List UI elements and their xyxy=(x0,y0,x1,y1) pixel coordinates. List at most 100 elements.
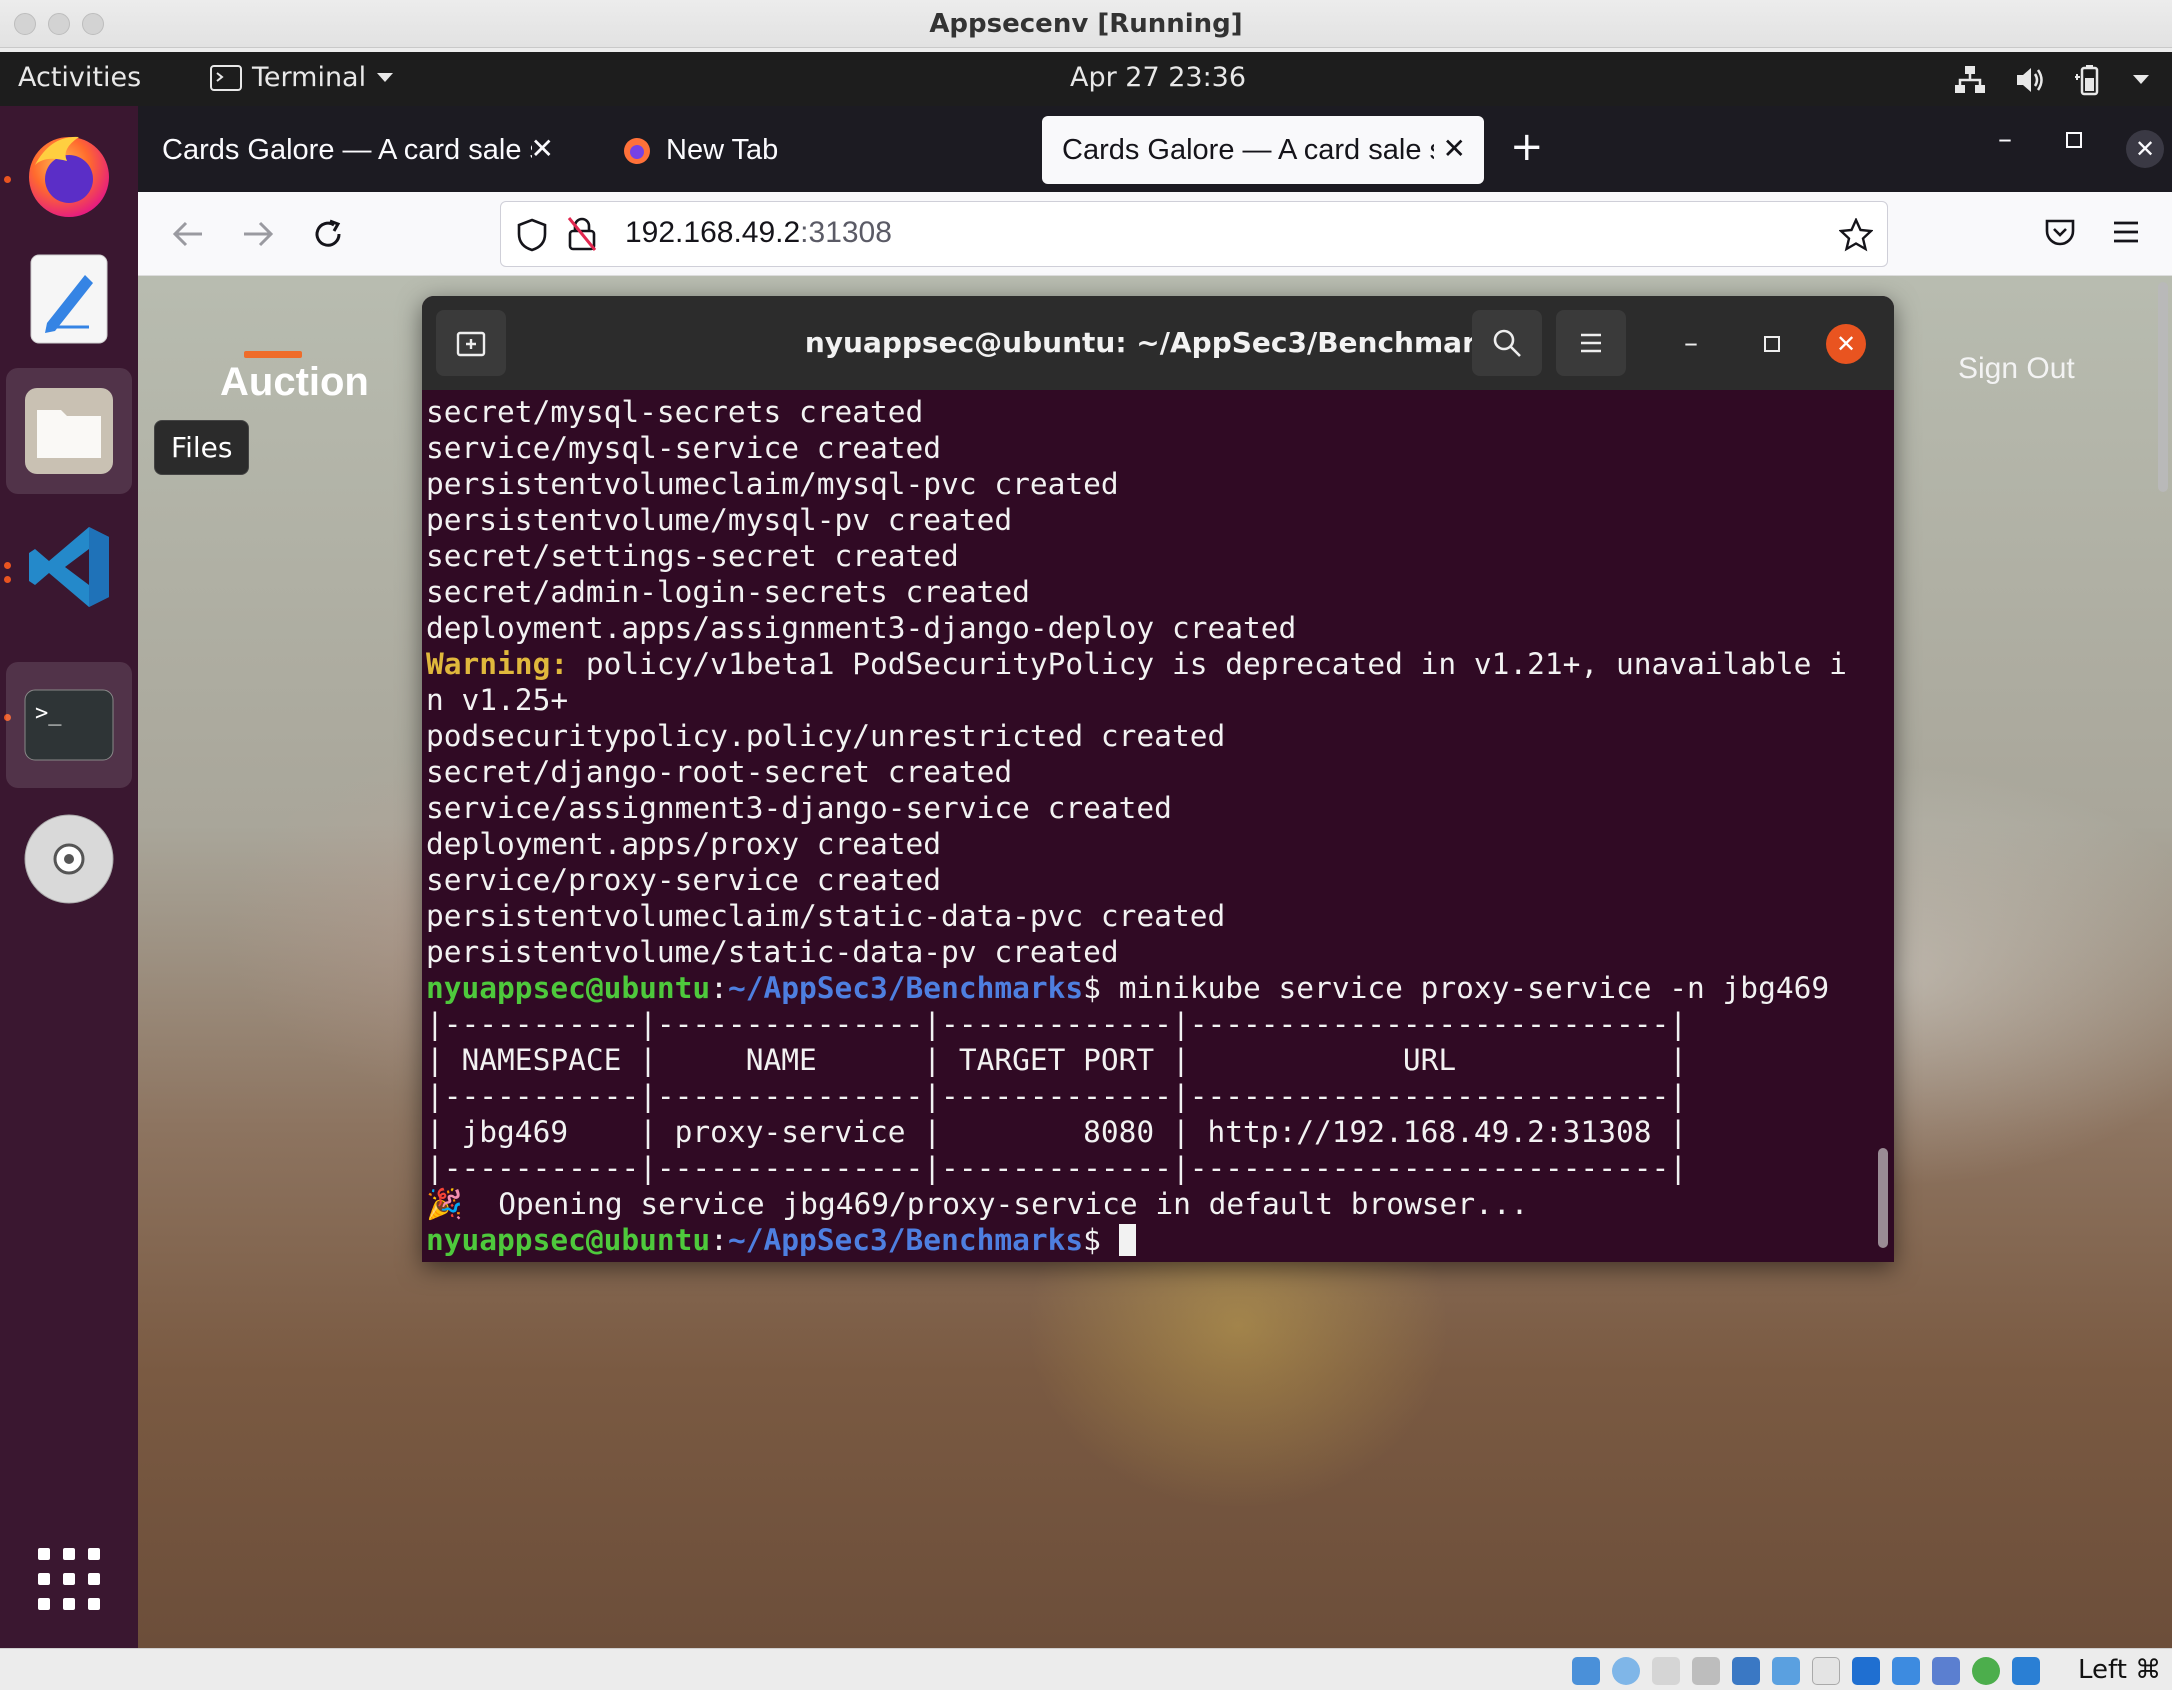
prompt-dollar: $ xyxy=(1083,1223,1119,1257)
table-row: |-----------|---------------|-----------… xyxy=(426,1151,1687,1185)
close-tab-icon[interactable]: ✕ xyxy=(531,132,554,165)
tab-label: Cards Galore — A card sale s xyxy=(162,133,532,166)
output-line: deployment.apps/assignment3-django-deplo… xyxy=(426,611,1297,645)
warning-text: policy/v1beta1 PodSecurityPolicy is depr… xyxy=(568,647,1847,681)
table-row: |-----------|---------------|-----------… xyxy=(426,1007,1687,1041)
activities-button[interactable]: Activities xyxy=(18,62,141,93)
vm-window: Appsecenv [Running] Activities Terminal … xyxy=(0,0,2172,1690)
vt-x-icon[interactable] xyxy=(1932,1657,1960,1685)
system-tray[interactable] xyxy=(1954,64,2150,96)
show-applications-button[interactable] xyxy=(6,1516,132,1642)
output-line: persistentvolume/mysql-pv created xyxy=(426,503,1013,537)
host-titlebar: Appsecenv [Running] xyxy=(0,0,2172,48)
command-line: nyuappsec@ubuntu:~/AppSec3/Benchmarks$ m… xyxy=(426,970,1874,1006)
gnome-topbar: Activities Terminal Apr 27 23:36 xyxy=(0,52,2172,106)
host-key-label: Left ⌘ xyxy=(2078,1655,2162,1685)
audio-icon[interactable] xyxy=(1692,1657,1720,1685)
prompt-path: ~/AppSec3/Benchmarks xyxy=(727,971,1084,1005)
dock-text-editor[interactable] xyxy=(6,236,132,362)
page-scrollbar[interactable] xyxy=(2158,282,2168,492)
terminal-maximize-button[interactable] xyxy=(1764,336,1780,352)
app-menu-label: Terminal xyxy=(252,62,367,93)
url-text: 192.168.49.2:31308 xyxy=(625,216,892,250)
output-line: service/proxy-service created xyxy=(426,863,942,897)
mouse-integration-icon[interactable] xyxy=(1972,1657,2000,1685)
network-icon xyxy=(1955,66,1985,93)
dock-vscode[interactable] xyxy=(6,504,132,630)
active-nav-indicator xyxy=(244,351,302,358)
terminal-close-button[interactable]: ✕ xyxy=(1826,324,1866,364)
hamburger-menu-icon[interactable] xyxy=(2112,220,2140,244)
restore-browser-button[interactable] xyxy=(2066,132,2082,148)
optical-drive-icon[interactable] xyxy=(1612,1657,1640,1685)
dock-firefox[interactable] xyxy=(6,110,132,236)
dock-terminal[interactable]: >_ xyxy=(6,662,132,788)
sign-out-link[interactable]: Sign Out xyxy=(1958,352,2075,386)
nav-auction[interactable]: Auction xyxy=(220,360,369,405)
output-line: persistentvolumeclaim/mysql-pvc created xyxy=(426,467,1119,501)
prompt-colon: : xyxy=(710,1223,728,1257)
bookmark-star-icon[interactable] xyxy=(1839,218,1873,252)
battery-icon xyxy=(2075,65,2099,96)
output-line: deployment.apps/proxy created xyxy=(426,827,942,861)
keyboard-capture-icon[interactable] xyxy=(2012,1657,2040,1685)
dock: >_ xyxy=(0,106,138,1648)
prompt-user: nyuappsec@ubuntu xyxy=(426,971,711,1005)
text-editor-icon xyxy=(30,254,108,344)
terminal-small-icon xyxy=(210,64,242,91)
firefox-tab-icon xyxy=(624,138,650,164)
close-browser-button[interactable]: ✕ xyxy=(2126,130,2164,168)
close-tab-icon[interactable]: ✕ xyxy=(1443,132,1466,165)
table-row: | NAMESPACE | NAME | TARGET PORT | URL | xyxy=(426,1043,1687,1077)
terminal-title: nyuappsec@ubuntu: ~/AppSec3/Benchmarks xyxy=(804,326,1512,359)
back-icon[interactable] xyxy=(172,220,204,248)
chevron-down-icon xyxy=(377,72,394,82)
dock-files[interactable] xyxy=(6,368,132,494)
url-bar[interactable]: 192.168.49.2:31308 xyxy=(500,201,1888,267)
terminal-output[interactable]: secret/mysql-secrets created service/mysq… xyxy=(426,394,1874,1258)
tab-label: New Tab xyxy=(666,133,779,166)
terminal-scrollbar[interactable] xyxy=(1878,1148,1888,1248)
terminal-search-button[interactable] xyxy=(1472,310,1542,376)
prompt-path: ~/AppSec3/Benchmarks xyxy=(727,1223,1084,1257)
party-icon: 🎉 xyxy=(426,1187,463,1221)
menu-icon xyxy=(1581,333,1601,353)
floppy-icon[interactable] xyxy=(1652,1657,1680,1685)
dvd-icon xyxy=(24,814,114,904)
pocket-icon[interactable] xyxy=(2044,218,2076,248)
terminal-window: nyuappsec@ubuntu: ~/AppSec3/Benchmarks –… xyxy=(422,296,1894,1262)
tab-cards-galore-1[interactable]: Cards Galore — A card sale s ✕ xyxy=(142,116,572,184)
insecure-lock-icon[interactable] xyxy=(567,216,597,252)
url-host: 192.168.49.2 xyxy=(625,216,801,249)
usb-icon[interactable] xyxy=(1772,1657,1800,1685)
firefox-icon xyxy=(29,136,109,217)
network-adapter-icon[interactable] xyxy=(1732,1657,1760,1685)
prompt-line[interactable]: nyuappsec@ubuntu:~/AppSec3/Benchmarks$ xyxy=(426,1222,1874,1258)
vm-device-icons xyxy=(1572,1657,2040,1685)
tab-label: Cards Galore — A card sale s xyxy=(1062,133,1434,166)
terminal-menu-button[interactable] xyxy=(1556,310,1626,376)
volume-icon xyxy=(2017,68,2043,92)
shared-folder-icon[interactable] xyxy=(1812,1657,1840,1685)
clock[interactable]: Apr 27 23:36 xyxy=(1070,62,1246,93)
display-icon[interactable] xyxy=(1852,1657,1880,1685)
output-line: secret/mysql-secrets created xyxy=(426,395,924,429)
hard-disk-icon[interactable] xyxy=(1572,1657,1600,1685)
new-tab-button[interactable]: + xyxy=(1510,124,1544,170)
video-capture-icon[interactable] xyxy=(1892,1657,1920,1685)
browser-tab-strip: Cards Galore — A card sale s ✕ New Tab ✕… xyxy=(138,106,2172,192)
forward-icon[interactable] xyxy=(242,220,274,248)
minimize-browser-button[interactable]: – xyxy=(1998,122,2012,155)
prompt-colon: : xyxy=(710,971,728,1005)
dock-dvd[interactable] xyxy=(6,796,132,922)
search-icon xyxy=(1493,329,1521,357)
shield-icon[interactable] xyxy=(517,218,547,252)
reload-icon[interactable] xyxy=(312,218,344,250)
app-menu[interactable]: Terminal xyxy=(210,62,394,93)
output-line: podsecuritypolicy.policy/unrestricted cr… xyxy=(426,719,1226,753)
tab-cards-galore-active[interactable]: Cards Galore — A card sale s ✕ xyxy=(1042,116,1484,184)
terminal-icon: >_ xyxy=(24,689,114,761)
vm-statusbar: Left ⌘ xyxy=(0,1648,2172,1690)
table-row: |-----------|---------------|-----------… xyxy=(426,1079,1687,1113)
terminal-minimize-button[interactable]: – xyxy=(1684,326,1698,359)
